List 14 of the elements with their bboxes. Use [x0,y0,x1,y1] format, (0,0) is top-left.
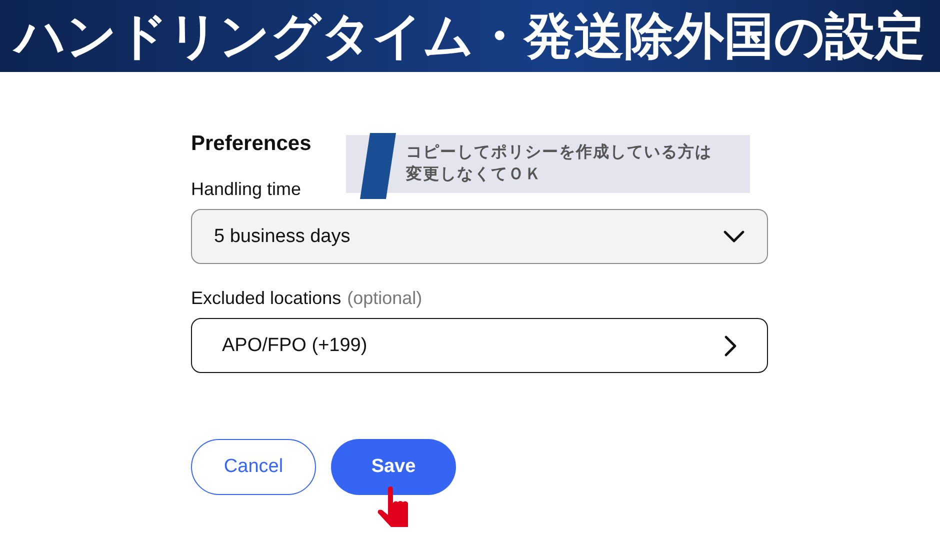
save-button[interactable]: Save [331,439,456,495]
note-text: コピーしてポリシーを作成している方は [406,142,712,163]
chevron-right-icon [724,334,737,356]
handling-time-dropdown[interactable]: 5 business days [191,209,768,264]
field-label: Handling time [191,179,302,200]
field-label: Excluded locations [191,288,342,309]
excluded-locations-field[interactable]: APO/FPO (+199) [191,318,768,373]
chevron-down-icon [723,230,745,243]
note-text: 変更しなくてＯＫ [406,164,543,185]
banner-title: ハンドリングタイム・発送除外国の設定 [15,2,925,70]
ribbon-icon [360,133,396,199]
cancel-button[interactable]: Cancel [191,439,316,495]
field-hint: (optional) [347,288,422,309]
section-heading: Preferences [191,132,312,155]
